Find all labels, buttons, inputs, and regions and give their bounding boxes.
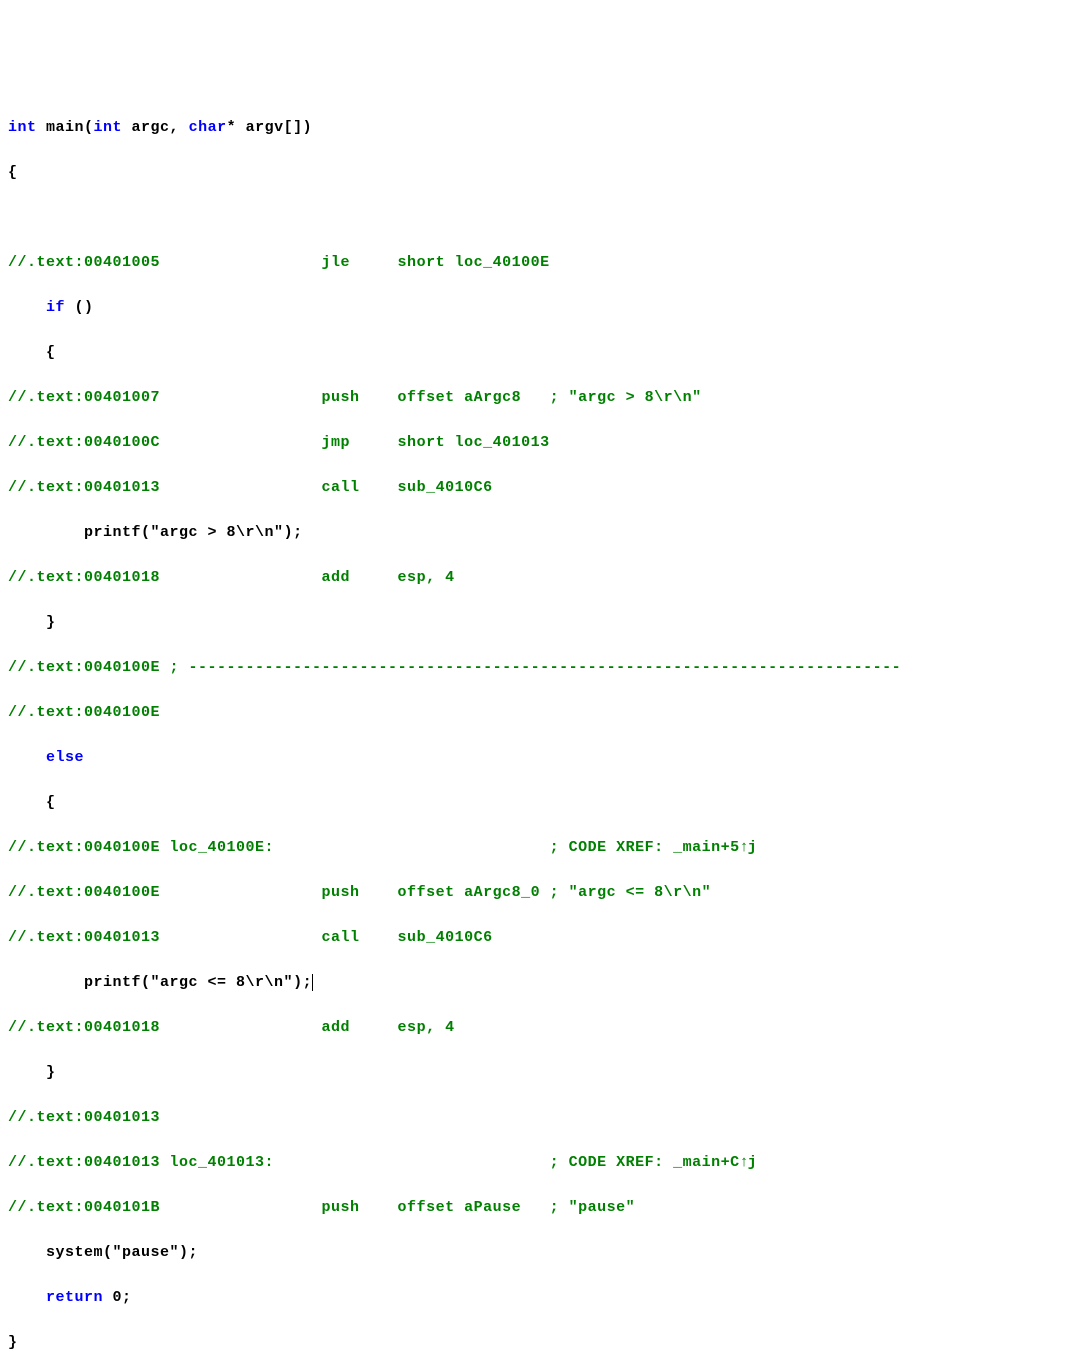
system-call: system( [8,1244,113,1261]
asm-comment: //.text:00401013 call sub_4010C6 [8,927,1061,950]
asm-comment: //.text:0040100E [8,702,1061,725]
keyword-int: int [94,119,123,136]
asm-comment: //.text:00401018 add esp, 4 [8,1017,1061,1040]
blank-line [8,207,1061,230]
keyword-return: return [46,1289,103,1306]
arg2: * argv[]) [227,119,313,136]
brace-close: } [8,1062,1061,1085]
semi: ); [284,524,303,541]
xref-text: //.text:00401013 loc_401013: ; CODE XREF… [8,1154,740,1171]
fn-name: main( [37,119,94,136]
string-literal: "argc > 8\r\n" [151,524,284,541]
comment-prefix: //.text:0040100E ; [8,659,189,676]
asm-comment-divider: //.text:0040100E ; ---------------------… [8,657,1061,680]
keyword-else: else [46,749,84,766]
string-literal: "argc <= 8\r\n" [151,974,294,991]
arg1: argc, [122,119,189,136]
asm-comment: //.text:0040100C jmp short loc_401013 [8,432,1061,455]
divider-dashes: ----------------------------------------… [189,659,902,676]
keyword-int: int [8,119,37,136]
printf-call: printf( [8,974,151,991]
keyword-if: if [46,299,65,316]
code-line: else [8,747,1061,770]
up-arrow-icon: ↑ [740,1152,748,1175]
asm-comment: //.text:00401005 jle short loc_40100E [8,252,1061,275]
asm-comment-xref: //.text:0040100E loc_40100E: ; CODE XREF… [8,837,1061,860]
asm-comment: //.text:0040101B push offset aPause ; "p… [8,1197,1061,1220]
asm-comment: //.text:00401007 push offset aArgc8 ; "a… [8,387,1061,410]
semi: ); [179,1244,198,1261]
brace-open: { [8,342,1061,365]
brace-close: } [8,1332,1061,1355]
if-cond: () [65,299,94,316]
string-literal: "pause" [113,1244,180,1261]
asm-comment-xref: //.text:00401013 loc_401013: ; CODE XREF… [8,1152,1061,1175]
semi-cursor: ); [293,974,313,991]
code-line: int main(int argc, char* argv[]) [8,117,1061,140]
xref-tail: j [748,839,758,856]
code-line: printf("argc > 8\r\n"); [8,522,1061,545]
brace-open: { [8,162,1061,185]
printf-call: printf( [8,524,151,541]
asm-comment: //.text:00401018 add esp, 4 [8,567,1061,590]
code-line: system("pause"); [8,1242,1061,1265]
asm-comment: //.text:00401013 call sub_4010C6 [8,477,1061,500]
code-editor-area[interactable]: int main(int argc, char* argv[]) { //.te… [8,94,1061,1358]
asm-comment: //.text:00401013 [8,1107,1061,1130]
code-line: return 0; [8,1287,1061,1310]
return-val: 0; [103,1289,132,1306]
brace-close: } [8,612,1061,635]
brace-open: { [8,792,1061,815]
keyword-char: char [189,119,227,136]
up-arrow-icon: ↑ [740,837,748,860]
asm-comment: //.text:0040100E push offset aArgc8_0 ; … [8,882,1061,905]
code-line: if () [8,297,1061,320]
xref-tail: j [748,1154,758,1171]
xref-text: //.text:0040100E loc_40100E: ; CODE XREF… [8,839,740,856]
code-line: printf("argc <= 8\r\n"); [8,972,1061,995]
